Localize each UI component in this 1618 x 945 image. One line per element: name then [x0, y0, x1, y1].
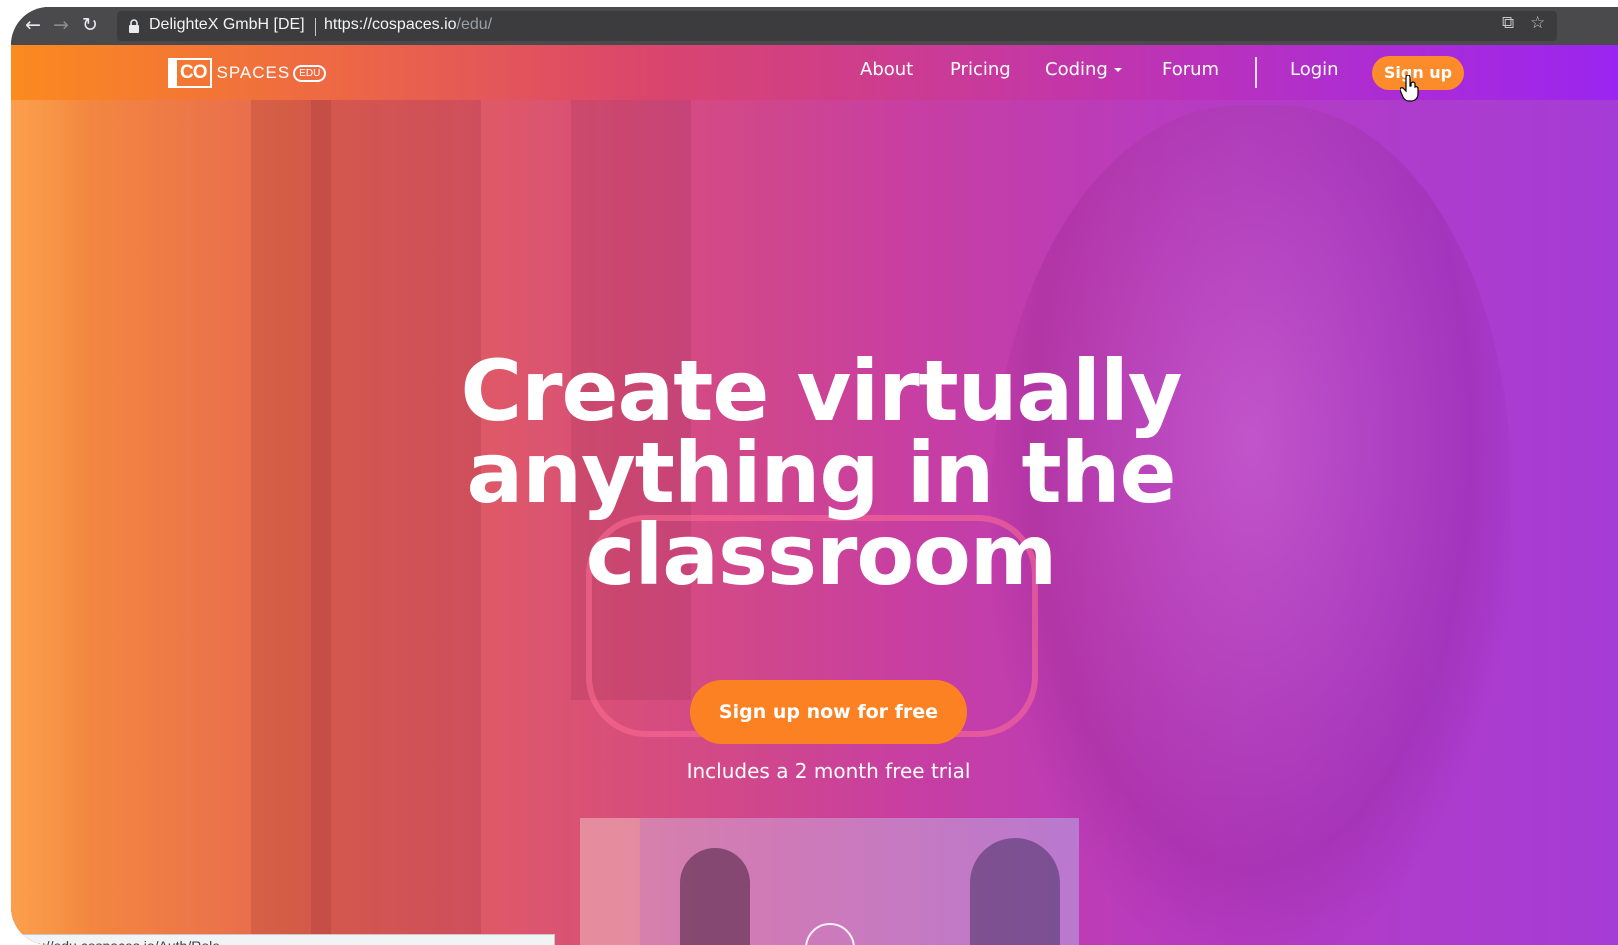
nav-divider [1255, 57, 1257, 88]
reload-icon[interactable]: ↻ [82, 13, 98, 37]
logo-co: CO [168, 58, 212, 88]
nav-about-link[interactable]: About [860, 59, 913, 80]
hand-cursor-icon [1400, 75, 1419, 102]
hero-title: Create virtually anything in the classro… [460, 342, 1182, 604]
browser-toolbar: ← → ↻ DelighteX GmbH [DE] https://cospac… [11, 7, 1618, 45]
site-header: CO SPACES EDU About Pricing Coding Forum… [11, 45, 1618, 102]
web-page: CO SPACES EDU About Pricing Coding Forum… [11, 45, 1618, 945]
translate-icon[interactable]: ⧉ [1502, 13, 1514, 33]
thumb-person-left [680, 848, 750, 945]
nav-pricing-link[interactable]: Pricing [950, 59, 1011, 80]
status-bar-link-preview: ps://edu.cospaces.io/Auth/Role [11, 934, 555, 945]
star-icon[interactable]: ☆ [1530, 13, 1545, 33]
address-separator [315, 18, 316, 36]
nav-coding-label: Coding [1045, 59, 1108, 80]
url-path: /edu/ [456, 16, 493, 33]
back-icon[interactable]: ← [25, 13, 41, 37]
logo-edu-badge: EDU [293, 64, 327, 82]
caret-down-icon [1113, 68, 1122, 72]
browser-window: ← → ↻ DelighteX GmbH [DE] https://cospac… [11, 7, 1618, 945]
nav-coding-dropdown[interactable]: Coding [1045, 59, 1122, 80]
play-icon[interactable] [805, 923, 855, 945]
thumb-person-right [970, 838, 1060, 945]
nav-forum-link[interactable]: Forum [1162, 59, 1219, 80]
signup-free-button[interactable]: Sign up now for free [690, 680, 967, 744]
bg-left-blur [11, 45, 91, 945]
site-identity[interactable]: DelighteX GmbH [DE] [149, 16, 305, 34]
address-bar[interactable]: DelighteX GmbH [DE] https://cospaces.io/… [117, 11, 1557, 41]
nav-login-link[interactable]: Login [1290, 59, 1339, 80]
bg-window-frame [251, 100, 331, 945]
logo-spaces: SPACES [216, 63, 291, 82]
thumb-window-frame [580, 818, 640, 945]
trial-note: Includes a 2 month free trial [686, 759, 971, 783]
forward-icon[interactable]: → [53, 13, 69, 37]
cospaces-edu-logo[interactable]: CO SPACES EDU [168, 58, 327, 88]
url-text[interactable]: https://cospaces.io/edu/ [324, 16, 492, 34]
url-host: https://cospaces.io [324, 16, 457, 33]
lock-icon [129, 19, 139, 33]
video-thumbnail[interactable] [580, 818, 1079, 945]
